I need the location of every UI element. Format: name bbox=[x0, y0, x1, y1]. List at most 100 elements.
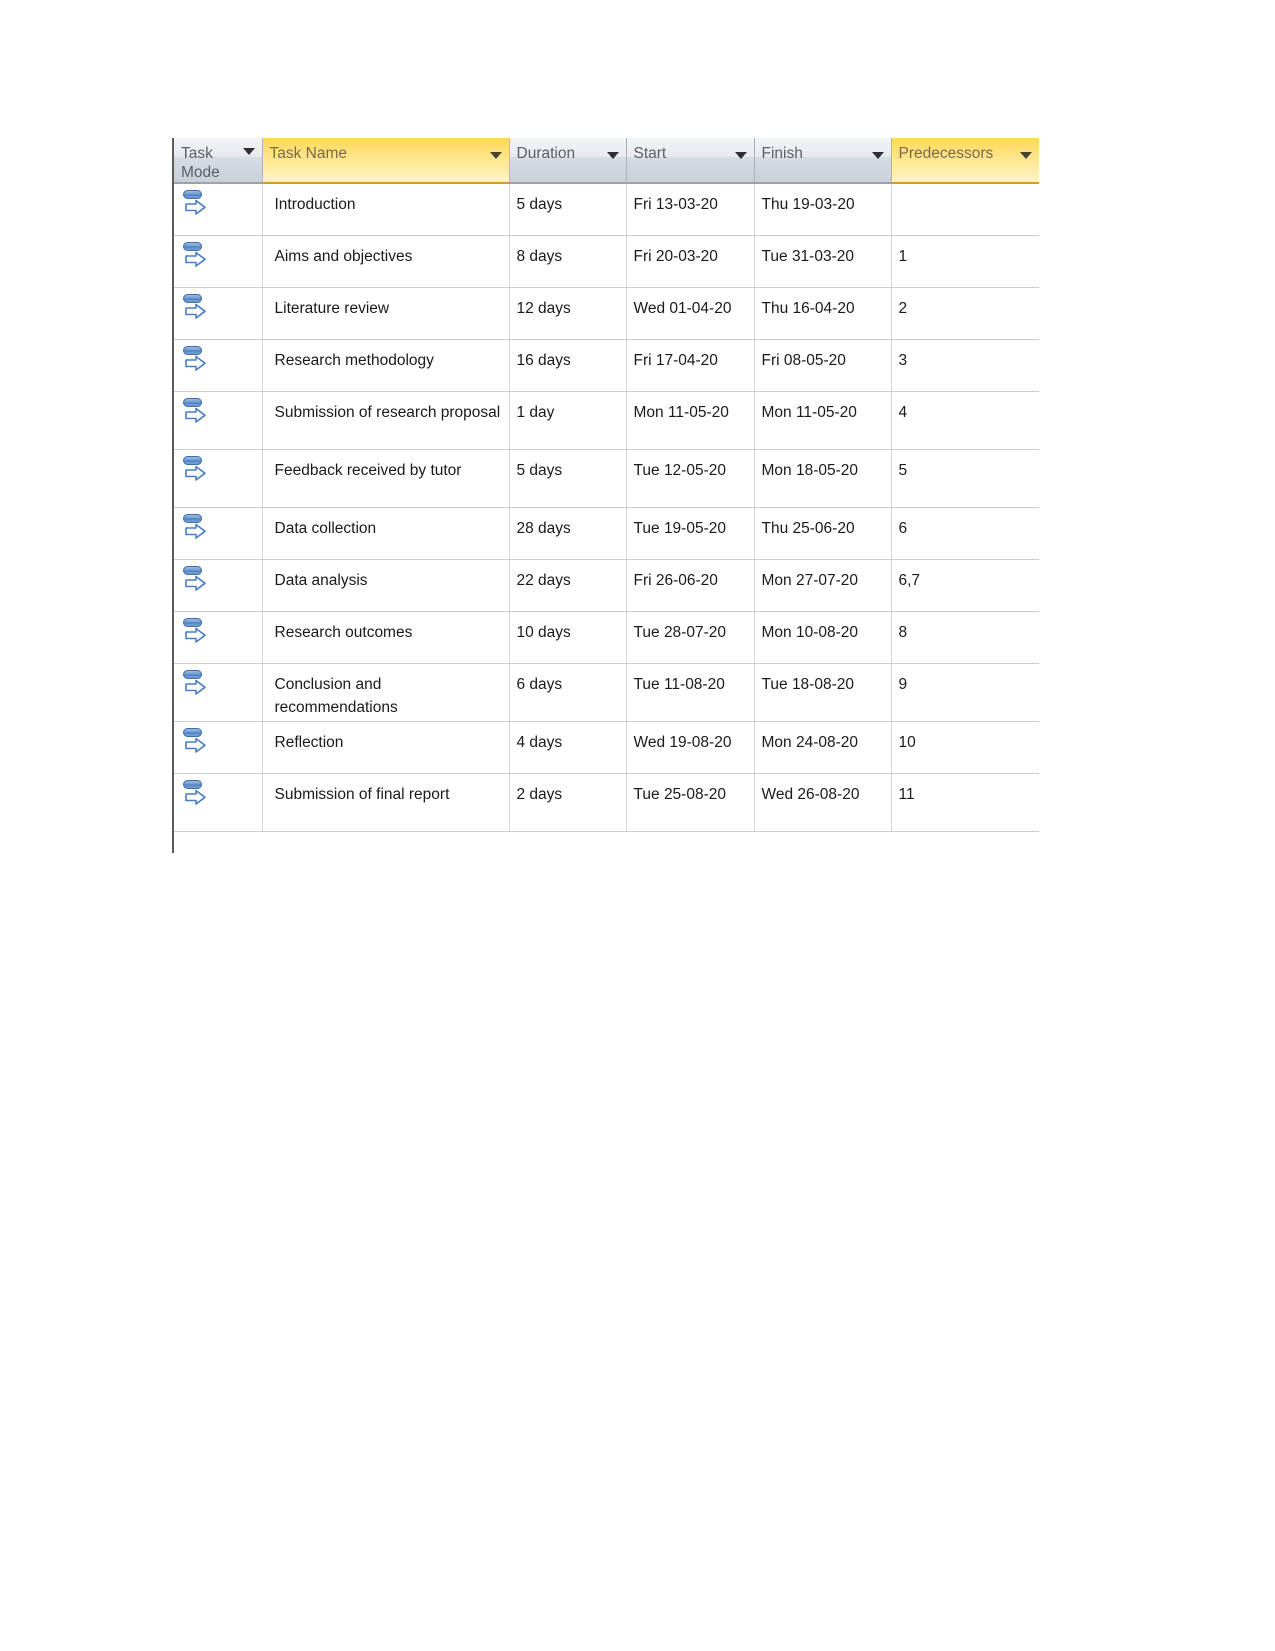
cell-predecessors[interactable]: 5 bbox=[891, 449, 1039, 508]
column-header-task-name[interactable]: Task Name bbox=[261, 138, 510, 184]
table-row[interactable]: Submission of final report 2 days Tue 25-0… bbox=[174, 773, 1039, 832]
cell-start[interactable]: Tue 11-08-20 bbox=[626, 663, 755, 722]
column-header-duration[interactable]: Duration bbox=[509, 138, 627, 184]
auto-scheduled-icon[interactable] bbox=[182, 241, 208, 268]
cell-task-name[interactable]: Data collection bbox=[262, 507, 510, 560]
cell-finish[interactable]: Mon 24-08-20 bbox=[754, 721, 892, 774]
cell-task-name[interactable]: Aims and objectives bbox=[262, 235, 510, 288]
cell-start[interactable]: Fri 26-06-20 bbox=[626, 559, 755, 612]
auto-scheduled-icon[interactable] bbox=[182, 565, 208, 592]
chevron-down-icon[interactable] bbox=[734, 152, 747, 159]
cell-task-mode[interactable] bbox=[174, 663, 263, 722]
table-row[interactable]: Research methodology 16 days Fri 17-04-20 F… bbox=[174, 339, 1039, 392]
cell-finish[interactable]: Mon 11-05-20 bbox=[754, 391, 892, 450]
cell-start[interactable]: Fri 17-04-20 bbox=[626, 339, 755, 392]
cell-task-name[interactable]: Conclusion and recommendations bbox=[262, 663, 510, 722]
chevron-down-icon[interactable] bbox=[871, 152, 884, 159]
cell-finish[interactable]: Mon 27-07-20 bbox=[754, 559, 892, 612]
cell-start[interactable]: Tue 12-05-20 bbox=[626, 449, 755, 508]
cell-predecessors[interactable]: 9 bbox=[891, 663, 1039, 722]
column-header-predecessors[interactable]: Predecessors bbox=[890, 138, 1039, 184]
cell-task-name[interactable]: Introduction bbox=[262, 183, 510, 236]
cell-finish[interactable]: Wed 26-08-20 bbox=[754, 773, 892, 832]
table-row[interactable]: Data collection 28 days Tue 19-05-20 Thu 25… bbox=[174, 507, 1039, 560]
cell-duration[interactable]: 2 days bbox=[509, 773, 627, 832]
auto-scheduled-icon[interactable] bbox=[182, 669, 208, 696]
table-row[interactable]: Aims and objectives 8 days Fri 20-03-20 Tue… bbox=[174, 235, 1039, 288]
cell-task-mode[interactable] bbox=[174, 507, 263, 560]
cell-task-name[interactable]: Submission of final report bbox=[262, 773, 510, 832]
cell-finish[interactable]: Thu 19-03-20 bbox=[754, 183, 892, 236]
table-row[interactable]: Literature review 12 days Wed 01-04-20 Thu … bbox=[174, 287, 1039, 340]
table-row[interactable]: Introduction 5 days Fri 13-03-20 Thu 19-03-… bbox=[174, 183, 1039, 236]
cell-predecessors[interactable]: 3 bbox=[891, 339, 1039, 392]
cell-start[interactable]: Tue 19-05-20 bbox=[626, 507, 755, 560]
cell-task-mode[interactable] bbox=[174, 339, 263, 392]
table-row[interactable]: Data analysis 22 days Fri 26-06-20 Mon 27-0… bbox=[174, 559, 1039, 612]
cell-finish[interactable]: Thu 16-04-20 bbox=[754, 287, 892, 340]
table-row[interactable]: Research outcomes 10 days Tue 28-07-20 Mon … bbox=[174, 611, 1039, 664]
cell-duration[interactable]: 8 days bbox=[509, 235, 627, 288]
cell-task-mode[interactable] bbox=[174, 559, 263, 612]
auto-scheduled-icon[interactable] bbox=[182, 513, 208, 540]
cell-duration[interactable]: 10 days bbox=[509, 611, 627, 664]
cell-finish[interactable]: Fri 08-05-20 bbox=[754, 339, 892, 392]
cell-task-mode[interactable] bbox=[174, 611, 263, 664]
cell-start[interactable]: Wed 19-08-20 bbox=[626, 721, 755, 774]
cell-task-name[interactable]: Submission of research proposal bbox=[262, 391, 510, 450]
cell-predecessors[interactable]: 4 bbox=[891, 391, 1039, 450]
cell-finish[interactable]: Thu 25-06-20 bbox=[754, 507, 892, 560]
cell-start[interactable]: Wed 01-04-20 bbox=[626, 287, 755, 340]
cell-duration[interactable]: 12 days bbox=[509, 287, 627, 340]
table-row[interactable]: Conclusion and recommendations 6 days Tue … bbox=[174, 663, 1039, 722]
table-row[interactable]: Reflection 4 days Wed 19-08-20 Mon 24-08-20… bbox=[174, 721, 1039, 774]
cell-predecessors[interactable]: 10 bbox=[891, 721, 1039, 774]
cell-predecessors[interactable]: 11 bbox=[891, 773, 1039, 832]
chevron-down-icon[interactable] bbox=[242, 148, 255, 155]
table-row[interactable]: Feedback received by tutor 5 days Tue 12-0… bbox=[174, 449, 1039, 508]
cell-task-name[interactable]: Data analysis bbox=[262, 559, 510, 612]
table-row[interactable]: Submission of research proposal 1 day Mon … bbox=[174, 391, 1039, 450]
auto-scheduled-icon[interactable] bbox=[182, 397, 208, 424]
auto-scheduled-icon[interactable] bbox=[182, 293, 208, 320]
cell-duration[interactable]: 16 days bbox=[509, 339, 627, 392]
cell-duration[interactable]: 22 days bbox=[509, 559, 627, 612]
chevron-down-icon[interactable] bbox=[606, 152, 619, 159]
column-header-start[interactable]: Start bbox=[626, 138, 755, 184]
cell-predecessors[interactable]: 1 bbox=[891, 235, 1039, 288]
cell-start[interactable]: Fri 20-03-20 bbox=[626, 235, 755, 288]
cell-predecessors[interactable] bbox=[891, 183, 1039, 236]
cell-duration[interactable]: 1 day bbox=[509, 391, 627, 450]
cell-task-mode[interactable] bbox=[174, 235, 263, 288]
auto-scheduled-icon[interactable] bbox=[182, 345, 208, 372]
cell-task-name[interactable]: Research outcomes bbox=[262, 611, 510, 664]
cell-task-name[interactable]: Research methodology bbox=[262, 339, 510, 392]
cell-task-name[interactable]: Feedback received by tutor bbox=[262, 449, 510, 508]
cell-task-mode[interactable] bbox=[174, 773, 263, 832]
auto-scheduled-icon[interactable] bbox=[182, 727, 208, 754]
column-header-finish[interactable]: Finish bbox=[754, 138, 892, 184]
cell-finish[interactable]: Tue 31-03-20 bbox=[754, 235, 892, 288]
cell-duration[interactable]: 6 days bbox=[509, 663, 627, 722]
cell-task-mode[interactable] bbox=[174, 183, 263, 236]
cell-start[interactable]: Fri 13-03-20 bbox=[626, 183, 755, 236]
auto-scheduled-icon[interactable] bbox=[182, 455, 208, 482]
chevron-down-icon[interactable] bbox=[489, 152, 502, 159]
cell-predecessors[interactable]: 6 bbox=[891, 507, 1039, 560]
cell-finish[interactable]: Mon 10-08-20 bbox=[754, 611, 892, 664]
cell-task-mode[interactable] bbox=[174, 449, 263, 508]
chevron-down-icon[interactable] bbox=[1019, 152, 1032, 159]
cell-duration[interactable]: 5 days bbox=[509, 449, 627, 508]
cell-predecessors[interactable]: 2 bbox=[891, 287, 1039, 340]
cell-duration[interactable]: 5 days bbox=[509, 183, 627, 236]
cell-predecessors[interactable]: 6,7 bbox=[891, 559, 1039, 612]
cell-duration[interactable]: 4 days bbox=[509, 721, 627, 774]
column-header-task-mode[interactable]: Task Mode bbox=[174, 138, 263, 184]
auto-scheduled-icon[interactable] bbox=[182, 617, 208, 644]
cell-finish[interactable]: Mon 18-05-20 bbox=[754, 449, 892, 508]
cell-start[interactable]: Mon 11-05-20 bbox=[626, 391, 755, 450]
cell-task-name[interactable]: Reflection bbox=[262, 721, 510, 774]
cell-task-name[interactable]: Literature review bbox=[262, 287, 510, 340]
cell-task-mode[interactable] bbox=[174, 391, 263, 450]
cell-start[interactable]: Tue 28-07-20 bbox=[626, 611, 755, 664]
